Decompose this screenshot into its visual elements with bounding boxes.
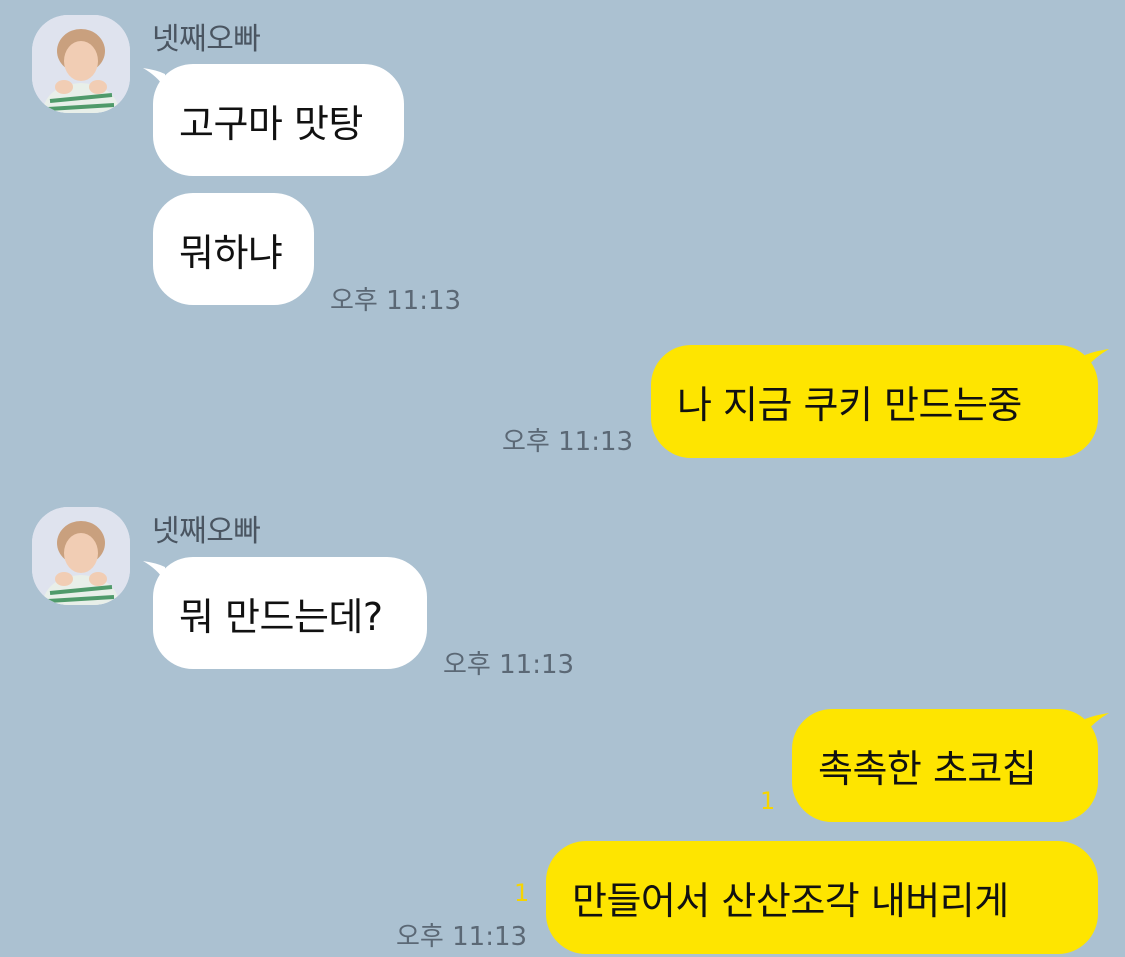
sender-avatar[interactable] — [32, 15, 130, 113]
message-text: 만들어서 산산조각 내버리게 — [572, 879, 1009, 923]
message-bubble[interactable]: 뭐하냐 — [153, 193, 314, 305]
message-text: 나 지금 쿠키 만드는중 — [677, 383, 1022, 427]
message-bubble[interactable]: 고구마 맛탕 — [153, 64, 404, 176]
message-text: 고구마 맛탕 — [179, 101, 363, 146]
message-bubble[interactable]: 뭐 만드는데? — [153, 557, 427, 669]
message-time: 오후 11:13 — [502, 427, 634, 457]
profile-photo-icon — [32, 507, 130, 605]
message-time: 오후 11:13 — [330, 286, 462, 316]
unread-count: 1 — [514, 879, 530, 907]
sender-name: 넷째오빠 — [152, 22, 261, 57]
sender-avatar[interactable] — [32, 507, 130, 605]
message-text: 뭐 만드는데? — [179, 594, 383, 639]
message-bubble[interactable]: 나 지금 쿠키 만드는중 — [651, 345, 1098, 458]
message-text: 뭐하냐 — [179, 230, 283, 275]
bubble-tail — [1085, 713, 1109, 733]
unread-count: 1 — [760, 787, 776, 815]
bubble-tail — [1085, 349, 1109, 369]
message-bubble[interactable]: 만들어서 산산조각 내버리게 — [546, 841, 1098, 954]
message-time: 오후 11:13 — [443, 650, 575, 680]
message-time: 오후 11:13 — [396, 922, 528, 952]
profile-photo-icon — [32, 15, 130, 113]
message-bubble[interactable]: 촉촉한 초코칩 — [792, 709, 1098, 822]
message-text: 촉촉한 초코칩 — [818, 747, 1037, 791]
sender-name: 넷째오빠 — [152, 514, 261, 549]
